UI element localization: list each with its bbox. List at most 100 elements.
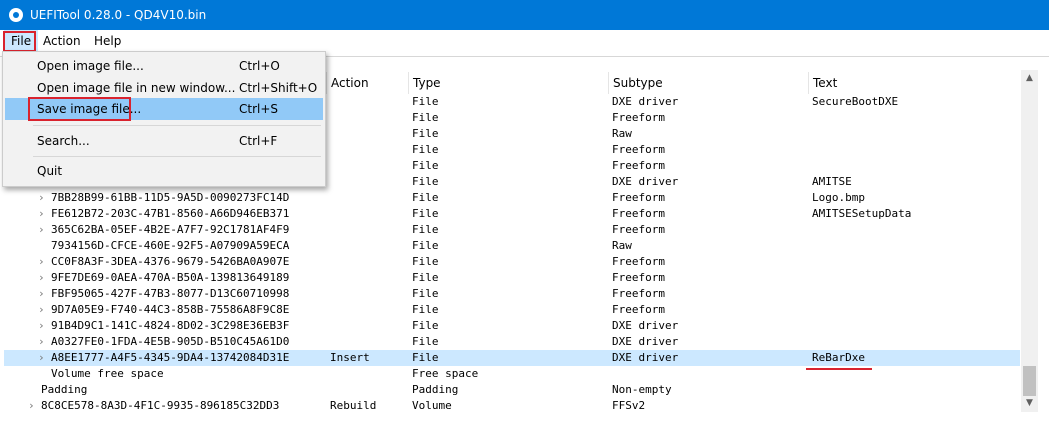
column-header-text[interactable]: Text xyxy=(808,72,1020,94)
chevron-right-icon[interactable]: › xyxy=(38,222,45,238)
tree-row[interactable]: › FE612B72-203C-47B1-8560-A66D946EB371 Fil… xyxy=(4,206,1020,222)
cell-type: File xyxy=(412,351,439,364)
chevron-right-icon[interactable]: › xyxy=(38,286,45,302)
scroll-thumb[interactable] xyxy=(1023,366,1036,396)
cell-action: Rebuild xyxy=(330,399,377,412)
save-item-highlight-box xyxy=(28,97,131,121)
chevron-right-icon[interactable]: › xyxy=(38,254,45,270)
chevron-right-icon[interactable]: › xyxy=(38,270,45,286)
cell-subtype: DXE driver xyxy=(612,319,679,332)
cell-type: File xyxy=(412,191,439,204)
cell-name: Volume free space xyxy=(51,367,164,380)
title-bar: UEFITool 0.28.0 - QD4V10.bin xyxy=(0,0,1049,30)
file-menu-highlight-box xyxy=(3,31,36,52)
cell-type: File xyxy=(412,287,439,300)
menu-item-shortcut: Ctrl+O xyxy=(239,59,280,73)
cell-type: Padding xyxy=(412,383,459,396)
cell-text: Logo.bmp xyxy=(812,191,865,204)
vertical-scrollbar[interactable]: ▲ ▼ xyxy=(1021,70,1038,412)
cell-type: File xyxy=(412,127,439,140)
cell-type: File xyxy=(412,255,439,268)
cell-subtype: Freeform xyxy=(612,287,665,300)
menu-item-open-image[interactable]: Open image file... Ctrl+O xyxy=(5,55,323,77)
cell-name: 365C62BA-05EF-4B2E-A7F7-92C1781AF4F9 xyxy=(51,223,290,236)
menu-item-label: Quit xyxy=(37,164,63,178)
chevron-right-icon[interactable]: › xyxy=(38,206,45,222)
cell-subtype: Raw xyxy=(612,239,632,252)
cell-subtype: DXE driver xyxy=(612,351,679,364)
cell-type: File xyxy=(412,303,439,316)
menu-item-quit[interactable]: Quit xyxy=(5,160,323,182)
menu-item-shortcut: Ctrl+F xyxy=(239,134,278,148)
cell-text: ReBarDxe xyxy=(812,351,865,364)
cell-name: FBF95065-427F-47B3-8077-D13C60710998 xyxy=(51,287,290,300)
chevron-right-icon[interactable]: › xyxy=(38,302,45,318)
chevron-right-icon[interactable]: › xyxy=(28,398,35,414)
menu-help[interactable]: Help xyxy=(87,30,128,52)
menu-item-shortcut: Ctrl+Shift+O xyxy=(239,81,318,95)
cell-name: A8EE1777-A4F5-4345-9DA4-13742084D31E xyxy=(51,351,290,364)
cell-text: SecureBootDXE xyxy=(812,95,899,108)
scroll-up-icon[interactable]: ▲ xyxy=(1021,70,1038,87)
tree-row[interactable]: Padding Padding Non-empty xyxy=(4,382,1020,398)
menu-action[interactable]: Action xyxy=(36,30,88,52)
cell-subtype: Freeform xyxy=(612,271,665,284)
cell-name: 91B4D9C1-141C-4824-8D02-3C298E36EB3F xyxy=(51,319,290,332)
cell-name: A0327FE0-1FDA-4E5B-905D-B510C45A61D0 xyxy=(51,335,290,348)
cell-name: 7934156D-CFCE-460E-92F5-A07909A59ECA xyxy=(51,239,290,252)
chevron-right-icon[interactable]: › xyxy=(38,190,45,206)
cell-name: 9FE7DE69-0AEA-470A-B50A-139813649189 xyxy=(51,271,290,284)
cell-subtype: DXE driver xyxy=(612,175,679,188)
tree-row[interactable]: › A0327FE0-1FDA-4E5B-905D-B510C45A61D0 Fil… xyxy=(4,334,1020,350)
column-header-subtype[interactable]: Subtype xyxy=(608,72,808,94)
cell-type: File xyxy=(412,143,439,156)
cell-subtype: Freeform xyxy=(612,255,665,268)
app-icon xyxy=(9,8,23,22)
chevron-right-icon[interactable]: › xyxy=(38,318,45,334)
tree-row[interactable]: 7934156D-CFCE-460E-92F5-A07909A59ECA File… xyxy=(4,238,1020,254)
cell-subtype: DXE driver xyxy=(612,335,679,348)
tree-row[interactable]: › 9FE7DE69-0AEA-470A-B50A-139813649189 Fil… xyxy=(4,270,1020,286)
tree-row[interactable]: › CC0F8A3F-3DEA-4376-9679-5426BA0A907E Fil… xyxy=(4,254,1020,270)
cell-type: File xyxy=(412,159,439,172)
cell-type: File xyxy=(412,271,439,284)
window-title: UEFITool 0.28.0 - QD4V10.bin xyxy=(30,8,207,22)
cell-name: FE612B72-203C-47B1-8560-A66D946EB371 xyxy=(51,207,290,220)
cell-type: Volume xyxy=(412,399,452,412)
column-header-type[interactable]: Type xyxy=(408,72,608,94)
cell-subtype: Non-empty xyxy=(612,383,672,396)
tree-row[interactable]: › FBF95065-427F-47B3-8077-D13C60710998 Fil… xyxy=(4,286,1020,302)
cell-subtype: Freeform xyxy=(612,159,665,172)
tree-row[interactable]: › A8EE1777-A4F5-4345-9DA4-13742084D31E Ins… xyxy=(4,350,1020,366)
menu-item-label: Search... xyxy=(37,134,90,148)
cell-name: CC0F8A3F-3DEA-4376-9679-5426BA0A907E xyxy=(51,255,290,268)
cell-type: File xyxy=(412,335,439,348)
cell-action: Insert xyxy=(330,351,370,364)
cell-type: File xyxy=(412,239,439,252)
tree-row[interactable]: › 8C8CE578-8A3D-4F1C-9935-896185C32DD3 Reb… xyxy=(4,398,1020,414)
tree-row[interactable]: › 9D7A05E9-F740-44C3-858B-75586A8F9C8E Fil… xyxy=(4,302,1020,318)
scroll-down-icon[interactable]: ▼ xyxy=(1021,395,1038,412)
cell-name: 8C8CE578-8A3D-4F1C-9935-896185C32DD3 xyxy=(41,399,280,412)
cell-type: File xyxy=(412,111,439,124)
tree-row[interactable]: › 365C62BA-05EF-4B2E-A7F7-92C1781AF4F9 Fil… xyxy=(4,222,1020,238)
cell-type: Free space xyxy=(412,367,479,380)
menu-item-shortcut: Ctrl+S xyxy=(239,102,279,116)
cell-type: File xyxy=(412,95,439,108)
tree-row[interactable]: › 91B4D9C1-141C-4824-8D02-3C298E36EB3F Fil… xyxy=(4,318,1020,334)
column-header-action[interactable]: Action xyxy=(326,72,408,94)
chevron-right-icon[interactable]: › xyxy=(38,334,45,350)
cell-name: 7BB28B99-61BB-11D5-9A5D-0090273FC14D xyxy=(51,191,290,204)
cell-subtype: Freeform xyxy=(612,223,665,236)
cell-name: 9D7A05E9-F740-44C3-858B-75586A8F9C8E xyxy=(51,303,290,316)
menu-item-open-new-window[interactable]: Open image file in new window... Ctrl+Sh… xyxy=(5,77,323,99)
cell-subtype: Freeform xyxy=(612,303,665,316)
chevron-right-icon[interactable]: › xyxy=(38,350,45,366)
menu-bar: File Action Help xyxy=(0,30,1049,52)
menu-item-label: Open image file in new window... xyxy=(37,81,236,95)
cell-type: File xyxy=(412,223,439,236)
menu-separator xyxy=(33,156,321,157)
tree-row[interactable]: › 7BB28B99-61BB-11D5-9A5D-0090273FC14D Fil… xyxy=(4,190,1020,206)
cell-subtype: Raw xyxy=(612,127,632,140)
menu-item-search[interactable]: Search... Ctrl+F xyxy=(5,130,323,152)
